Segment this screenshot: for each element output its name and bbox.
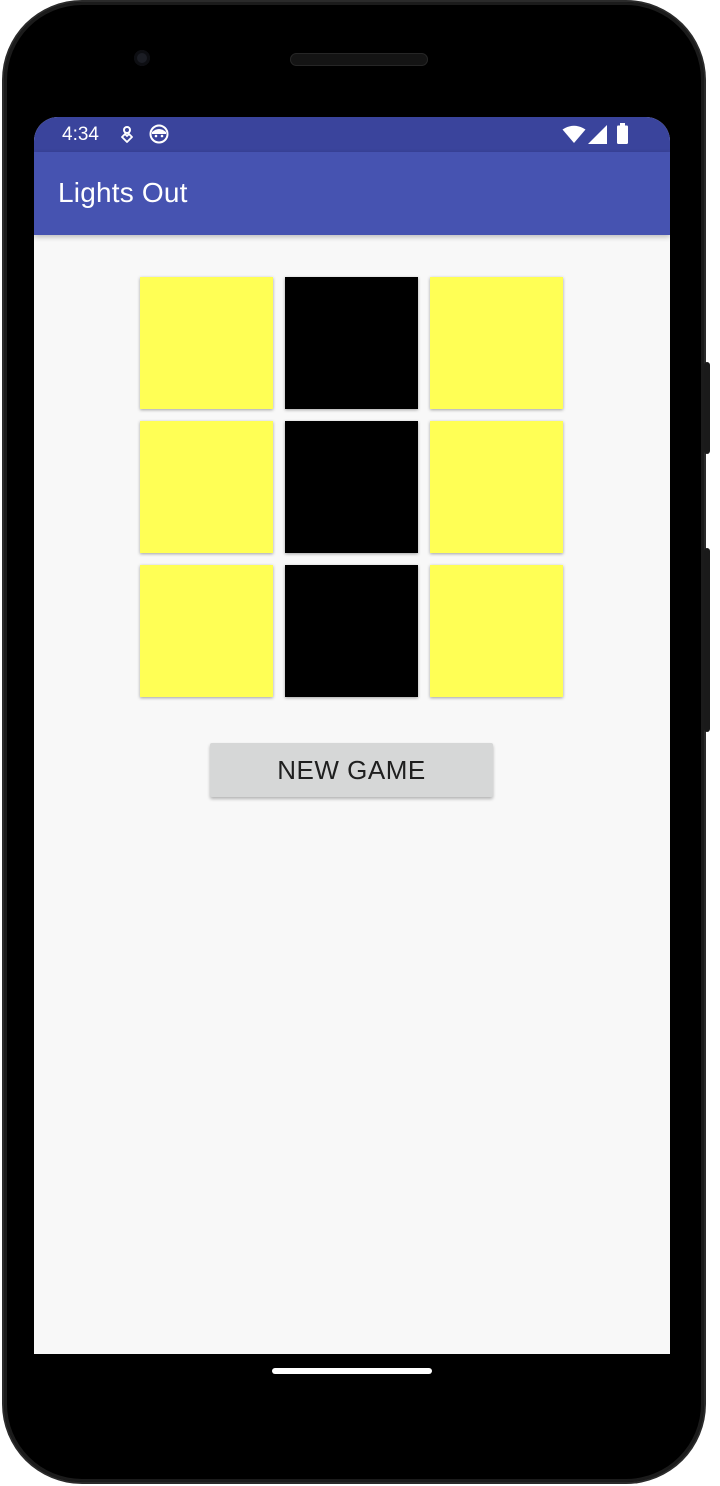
app-title: Lights Out <box>58 177 188 208</box>
power-button <box>704 362 710 454</box>
location-icon <box>120 125 134 149</box>
light-cell-r3-c3[interactable] <box>430 565 563 697</box>
light-cell-r3-c1[interactable] <box>140 565 273 697</box>
signal-icon <box>588 125 607 149</box>
battery-icon <box>617 123 628 149</box>
status-time: 4:34 <box>62 124 99 145</box>
new-game-button[interactable]: NEW GAME <box>210 743 493 797</box>
light-cell-r2-c2[interactable] <box>285 421 418 553</box>
earpiece-speaker <box>290 53 428 66</box>
light-cell-r2-c1[interactable] <box>140 421 273 553</box>
home-gesture-handle[interactable] <box>272 1368 432 1374</box>
light-cell-r1-c2[interactable] <box>285 277 418 409</box>
app-screen: 4:34 Lights Out NEW GAME <box>34 117 670 1354</box>
wifi-icon <box>562 125 586 149</box>
front-camera <box>134 50 150 66</box>
light-cell-r2-c3[interactable] <box>430 421 563 553</box>
status-bar: 4:34 <box>34 117 670 152</box>
app-toolbar: Lights Out <box>34 152 670 235</box>
game-board <box>140 277 565 702</box>
light-cell-r3-c2[interactable] <box>285 565 418 697</box>
volume-button <box>704 548 710 732</box>
face-icon <box>149 124 169 149</box>
light-cell-r1-c1[interactable] <box>140 277 273 409</box>
light-cell-r1-c3[interactable] <box>430 277 563 409</box>
